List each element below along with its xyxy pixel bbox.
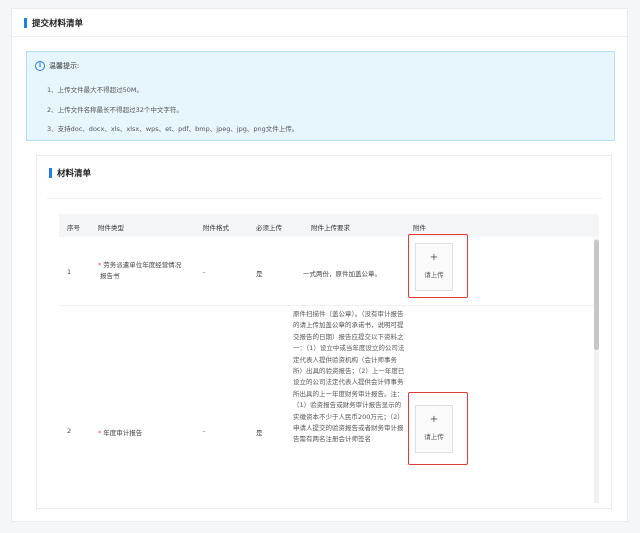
required-asterisk: * xyxy=(98,429,102,437)
row-2-required: 是 xyxy=(256,429,263,437)
table-header: 序号 附件类型 附件格式 必须上传 附件上传要求 附件 xyxy=(59,214,599,237)
tip-line-1: 1、上传文件最大不得超过50M。 xyxy=(47,86,144,94)
scrollbar-thumb[interactable] xyxy=(594,240,599,350)
title-accent-bar xyxy=(24,18,27,28)
materials-card: 材料清单 序号 附件类型 附件格式 必须上传 附件上传要求 附件 1 * 劳务派遣… xyxy=(36,155,612,509)
highlight-frame xyxy=(408,392,468,465)
page-title: 提交材料清单 xyxy=(24,17,83,29)
required-asterisk: * xyxy=(98,261,102,269)
col-requirement: 附件上传要求 xyxy=(311,224,350,232)
materials-title: 材料清单 xyxy=(49,167,91,179)
tips-box: i 温馨提示: 1、上传文件最大不得超过50M。 2、上传文件名称最长不得超过3… xyxy=(26,51,615,141)
col-format: 附件格式 xyxy=(203,224,229,232)
col-type: 附件类型 xyxy=(98,224,124,232)
row-1-type: * 劳务派遣单位年度经营情况 xyxy=(98,261,182,269)
info-icon: i xyxy=(35,61,45,71)
tip-line-3: 3、支持doc、docx、xls、xlsx、wps、et、pdf、bmp、jpe… xyxy=(47,125,299,133)
materials-accent-bar xyxy=(49,168,52,178)
col-attachment: 附件 xyxy=(413,224,426,232)
row-1-type-cont: 报告书 xyxy=(100,272,120,280)
title-divider xyxy=(12,36,627,37)
col-no: 序号 xyxy=(67,224,80,232)
row-divider xyxy=(59,305,599,306)
highlight-frame xyxy=(408,234,468,298)
materials-divider xyxy=(47,198,602,199)
row-1-no: 1 xyxy=(67,268,72,276)
row-2-type: * 年度审计报告 xyxy=(98,429,143,437)
tip-line-2: 2、上传文件名称最长不得超过32个中文字符。 xyxy=(47,106,183,114)
submission-panel: 提交材料清单 i 温馨提示: 1、上传文件最大不得超过50M。 2、上传文件名称… xyxy=(11,8,628,522)
row-2-requirement: 原件扫描件（盖公章）。（没有审计报告的请上传加盖公章的承诺书，说明可提交报告的日… xyxy=(293,310,405,444)
row-2-format: - xyxy=(203,427,206,435)
row-1-required: 是 xyxy=(256,270,263,278)
row-1-format: - xyxy=(203,268,206,276)
tips-title: 温馨提示: xyxy=(49,62,80,70)
col-required: 必须上传 xyxy=(256,224,282,232)
row-1-requirement: 一式两份，原件加盖公章。 xyxy=(303,270,381,278)
row-2-no: 2 xyxy=(67,427,72,435)
tips-header: i 温馨提示: xyxy=(35,61,79,71)
